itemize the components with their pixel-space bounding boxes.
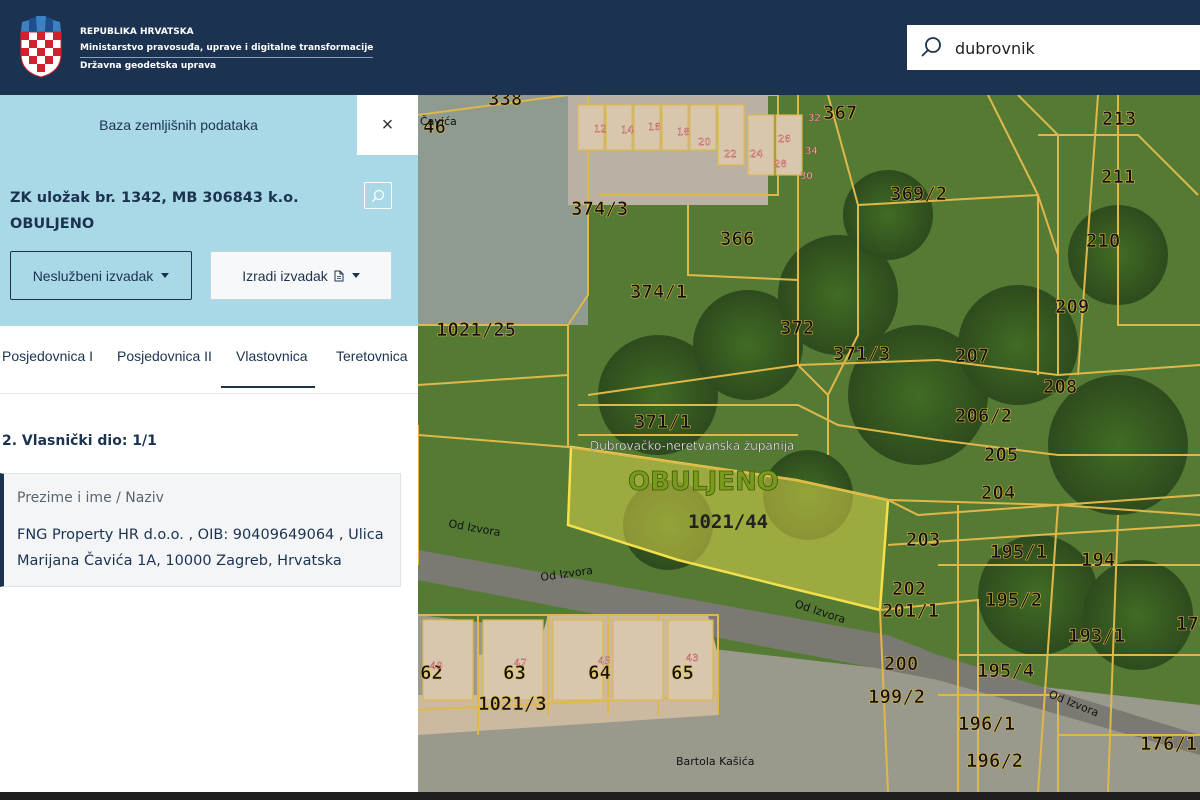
house-number: 49 xyxy=(430,661,443,672)
parcel-label: 203 xyxy=(906,529,940,551)
create-extract-button[interactable]: Izradi izvadak xyxy=(210,251,392,300)
parcel-label: 202 xyxy=(892,578,926,600)
selected-parcel-label[interactable]: 1021/44 xyxy=(688,511,768,533)
house-number: 32 xyxy=(808,113,821,124)
parcel-label: 209 xyxy=(1055,296,1089,318)
parcel-label: 338 xyxy=(488,95,522,110)
gov-line-3: Državna geodetska uprava xyxy=(80,61,217,71)
tab-teretovnica[interactable]: Teretovnica xyxy=(336,348,408,364)
parcel-label: 210 xyxy=(1086,230,1120,252)
parcel-label: 194 xyxy=(1081,549,1115,571)
cadastral-map[interactable]: 338 46 367 213 211 369/2 374/3 366 210 3… xyxy=(418,95,1200,792)
search-box[interactable] xyxy=(907,25,1200,70)
gov-line-1: REPUBLIKA HRVATSKA xyxy=(80,27,194,37)
house-number: 14 xyxy=(621,125,634,136)
search-input[interactable] xyxy=(955,33,1185,63)
active-tab-indicator xyxy=(221,386,315,388)
parcel-label: 374/3 xyxy=(571,198,628,220)
tab-posjedovnica-2[interactable]: Posjedovnica II xyxy=(117,348,212,364)
parcel-label: 205 xyxy=(984,444,1018,466)
cadastral-area-label: OBULJENO xyxy=(628,467,779,497)
app-header: REPUBLIKA HRVATSKA Ministarstvo pravosuđ… xyxy=(0,0,1200,95)
parcel-label: 193/1 xyxy=(1068,625,1125,647)
parcel-label: 1021/3 xyxy=(478,693,547,715)
parcel-label: 195/2 xyxy=(985,589,1042,611)
tab-bar: Posjedovnica I Posjedovnica II Vlastovni… xyxy=(0,326,418,394)
district-label: Dubrovačko-neretvanska županija xyxy=(590,439,794,453)
caret-down-icon xyxy=(351,273,360,278)
parcel-label: 204 xyxy=(981,482,1015,504)
parcel-label: 196/1 xyxy=(958,713,1015,735)
parcel-label: 196/2 xyxy=(966,750,1023,772)
street-label: Bartola Kašića xyxy=(676,755,754,768)
land-registry-title: ZK uložak br. 1342, MB 306843 k.o. OBULJ… xyxy=(10,185,340,237)
parcel-label: 1021/25 xyxy=(436,319,516,341)
parcel-label: 200 xyxy=(884,653,918,675)
tab-posjedovnica-1[interactable]: Posjedovnica I xyxy=(2,348,93,364)
info-panel: Baza zemljišnih podataka × ZK uložak br.… xyxy=(0,95,418,792)
house-number: 24 xyxy=(750,149,763,160)
tab-vlastovnica[interactable]: Vlastovnica xyxy=(236,348,308,364)
house-number: 43 xyxy=(686,653,699,664)
owner-value: FNG Property HR d.o.o. , OIB: 9040964906… xyxy=(17,527,384,569)
unofficial-extract-button[interactable]: Neslužbeni izvadak xyxy=(10,251,192,300)
map-canvas[interactable]: 338 46 367 213 211 369/2 374/3 366 210 3… xyxy=(418,95,1200,792)
parcel-label: 367 xyxy=(823,102,857,124)
house-number: 30 xyxy=(800,171,813,182)
parcel-label: 65 xyxy=(671,662,694,684)
zk-search-button[interactable] xyxy=(364,182,392,209)
panel-title: Baza zemljišnih podataka xyxy=(99,117,258,133)
house-number: 28 xyxy=(774,159,787,170)
house-number: 20 xyxy=(698,137,711,148)
parcel-label: 369/2 xyxy=(890,183,947,205)
zk-line-1: ZK uložak br. 1342, MB 306843 k.o. xyxy=(10,190,299,206)
parcel-label: 372 xyxy=(780,317,814,339)
house-number: 26 xyxy=(778,134,791,145)
gov-line-2[interactable]: Ministarstvo pravosuđa, uprave i digital… xyxy=(80,40,374,58)
parcel-label: 371/1 xyxy=(634,411,691,433)
create-extract-label: Izradi izvadak xyxy=(242,267,328,284)
house-number: 16 xyxy=(648,122,661,133)
close-button[interactable]: × xyxy=(357,95,418,155)
zk-line-2: OBULJENO xyxy=(10,216,95,232)
parcel-label: 195/4 xyxy=(977,660,1034,682)
parcel-label: 206/2 xyxy=(955,405,1012,427)
croatian-coat-of-arms-icon xyxy=(20,16,62,78)
parcel-label: 176/1 xyxy=(1140,733,1197,755)
house-number: 12 xyxy=(594,124,607,135)
panel-header: Baza zemljišnih podataka × ZK uložak br.… xyxy=(0,95,418,326)
house-number: 45 xyxy=(598,656,611,667)
unofficial-extract-label: Neslužbeni izvadak xyxy=(32,267,154,284)
parcel-label: 207 xyxy=(955,345,989,367)
house-number: 22 xyxy=(724,149,737,160)
parcel-label: 211 xyxy=(1101,166,1135,188)
parcel-label: 201/1 xyxy=(882,600,939,622)
parcel-label: 213 xyxy=(1102,108,1136,130)
caret-down-icon xyxy=(161,273,170,278)
parcel-label: 208 xyxy=(1043,376,1077,398)
parcel-label: 199/2 xyxy=(868,686,925,708)
search-icon[interactable] xyxy=(370,188,386,204)
ownership-section-title: 2. Vlasnički dio: 1/1 xyxy=(2,433,157,449)
house-number: 47 xyxy=(514,658,527,669)
government-title: REPUBLIKA HRVATSKA Ministarstvo pravosuđ… xyxy=(80,24,374,74)
house-number: 18 xyxy=(677,127,690,138)
street-label: Čavića xyxy=(420,115,457,128)
document-icon xyxy=(334,270,344,281)
owner-label: Prezime i ime / Naziv xyxy=(17,490,164,506)
parcel-label: 176 xyxy=(1176,613,1200,635)
parcel-label: 374/1 xyxy=(630,281,687,303)
house-number: 34 xyxy=(805,146,818,157)
parcel-label: 371/3 xyxy=(833,343,890,365)
parcel-label: 366 xyxy=(720,228,754,250)
owner-card: Prezime i ime / Naziv FNG Property HR d.… xyxy=(0,473,401,587)
search-icon[interactable] xyxy=(921,36,943,58)
parcel-label: 195/1 xyxy=(990,541,1047,563)
close-icon[interactable]: × xyxy=(382,114,394,137)
bottom-bar xyxy=(0,792,1200,800)
